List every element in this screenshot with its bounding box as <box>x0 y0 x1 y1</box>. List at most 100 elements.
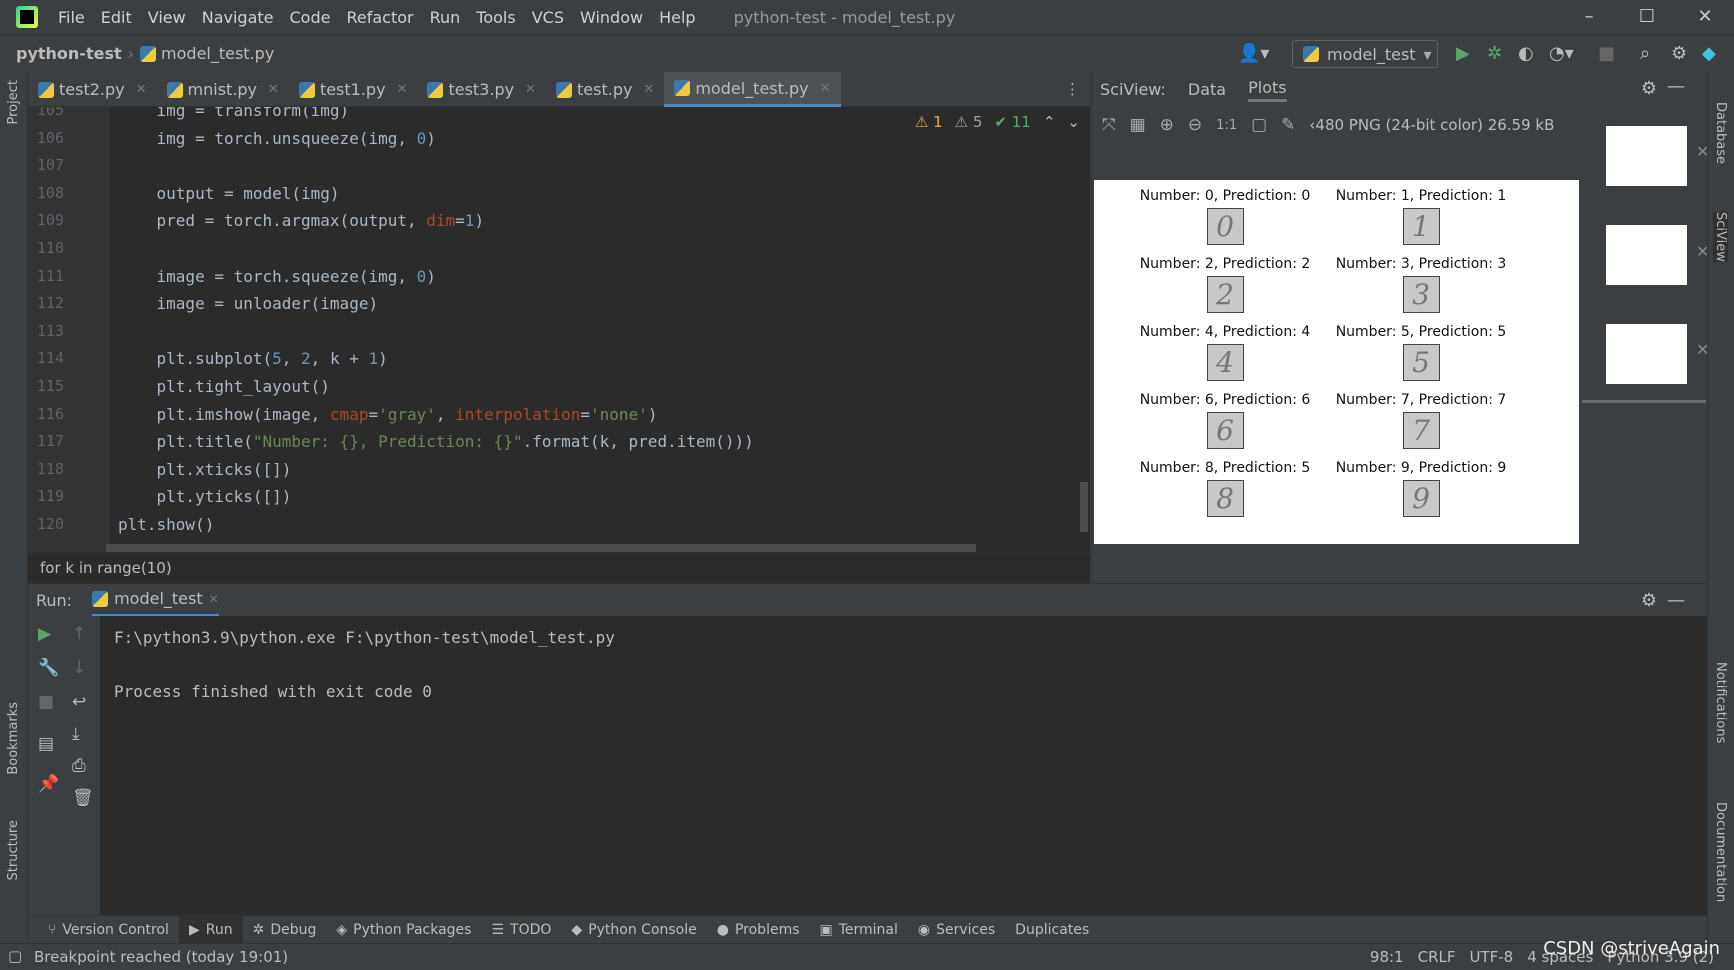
code-editor[interactable]: 105 img = transform(img) 106 img = torch.… <box>28 107 1090 552</box>
plot-thumbnail[interactable] <box>1606 126 1687 186</box>
toolwindow-todo[interactable]: ☰ TODO <box>481 916 561 944</box>
maximize-button[interactable]: ☐ <box>1618 0 1676 34</box>
toolwindow-duplicates[interactable]: Duplicates <box>1005 916 1099 944</box>
scroll-to-end-icon[interactable]: ⤓ <box>72 724 80 744</box>
horizontal-scrollbar[interactable] <box>106 544 976 552</box>
file-encoding[interactable]: UTF-8 <box>1469 948 1513 966</box>
soft-wrap-icon[interactable]: ↩ <box>72 692 86 712</box>
python-file-icon <box>556 81 572 98</box>
coverage-icon[interactable]: ◐ <box>1518 43 1534 64</box>
user-icon[interactable]: 👤▾ <box>1238 43 1269 64</box>
breadcrumb-file[interactable]: model_test.py <box>161 44 274 63</box>
bookmarks-tool-button[interactable]: Bookmarks <box>6 702 21 775</box>
tab-test2-py[interactable]: test2.py ✕ <box>28 72 157 107</box>
toolwindow-debug[interactable]: ✲ Debug <box>243 916 327 944</box>
toolwindow-version-control[interactable]: ⑂ Version Control <box>38 916 179 944</box>
plot-thumbnail[interactable] <box>1606 324 1687 384</box>
stop-icon[interactable]: ■ <box>1598 43 1615 64</box>
inspection-widget[interactable]: ⚠ 1 ⚠ 5 ✔ 11 ⌃ ⌄ <box>915 113 1080 131</box>
status-toggle-icon[interactable]: ▢ <box>8 947 22 965</box>
close-icon[interactable]: ✕ <box>397 82 408 97</box>
close-icon[interactable]: ✕ <box>643 82 654 97</box>
gear-icon[interactable]: ⚙ <box>1641 590 1657 611</box>
menu-vcs[interactable]: VCS <box>524 8 572 27</box>
breadcrumb-project[interactable]: python-test <box>16 44 122 63</box>
plugin-icon[interactable]: ◆ <box>1702 43 1716 64</box>
code-token: plt.show() <box>118 515 215 534</box>
tab-plots[interactable]: Plots <box>1248 78 1287 102</box>
toolwindow-python-console[interactable]: ◆ Python Console <box>561 916 706 944</box>
toolwindow-problems[interactable]: ● Problems <box>707 916 810 944</box>
more-tabs-icon[interactable]: ⋮ <box>1065 72 1080 106</box>
debug-icon[interactable]: ✲ <box>1487 43 1502 64</box>
menu-navigate[interactable]: Navigate <box>194 8 282 27</box>
up-icon[interactable]: ↑ <box>72 624 86 644</box>
menu-window[interactable]: Window <box>572 8 651 27</box>
wrench-icon[interactable]: 🔧 <box>38 658 59 678</box>
close-icon[interactable]: ✕ <box>820 81 831 96</box>
close-icon[interactable]: ✕ <box>268 82 279 97</box>
grid-icon[interactable]: ▦ <box>1130 115 1146 135</box>
menu-run[interactable]: Run <box>422 8 469 27</box>
caret-position[interactable]: 98:1 <box>1370 948 1404 966</box>
run-configuration-select[interactable]: model_test ▾ <box>1292 40 1438 68</box>
print-icon[interactable]: ⎙ <box>72 756 86 776</box>
color-picker-icon[interactable]: ✎ <box>1281 115 1295 135</box>
menu-edit[interactable]: Edit <box>93 8 140 27</box>
tab-test-py[interactable]: test.py ✕ <box>546 72 664 107</box>
stop-icon[interactable]: ■ <box>38 692 54 712</box>
project-tool-button[interactable]: Project <box>6 80 21 124</box>
gear-icon[interactable]: ⚙ <box>1641 78 1657 99</box>
menu-view[interactable]: View <box>140 8 194 27</box>
run-icon[interactable]: ▶ <box>1456 43 1470 64</box>
close-icon[interactable]: ✕ <box>525 82 536 97</box>
tab-test1-py[interactable]: test1.py ✕ <box>289 72 418 107</box>
zoom-in-icon[interactable]: ⊕ <box>1160 115 1174 135</box>
gear-icon[interactable]: ⚙ <box>1671 43 1687 64</box>
down-icon[interactable]: ↓ <box>72 658 86 678</box>
hide-icon[interactable]: — <box>1667 590 1685 611</box>
zoom-out-icon[interactable]: ⊖ <box>1188 115 1202 135</box>
trash-icon[interactable]: 🗑 <box>72 788 94 808</box>
code-breadcrumb[interactable]: for k in range(10) <box>28 552 1090 583</box>
vertical-scrollbar[interactable] <box>1080 482 1088 532</box>
tab-test3-py[interactable]: test3.py ✕ <box>417 72 546 107</box>
fit-icon[interactable]: ⤧ <box>1102 115 1116 135</box>
toolwindow-run[interactable]: ▶ Run <box>178 915 243 944</box>
minimize-button[interactable]: – <box>1560 0 1618 34</box>
menu-help[interactable]: Help <box>651 8 703 27</box>
line-separator[interactable]: CRLF <box>1418 948 1456 966</box>
menu-file[interactable]: File <box>50 8 93 27</box>
tab-model_test-py[interactable]: model_test.py ✕ <box>664 72 841 107</box>
fit-window-icon[interactable]: ▢ <box>1251 115 1267 135</box>
pin-icon[interactable]: 📌 <box>38 774 59 794</box>
layout-icon[interactable]: ▤ <box>38 734 54 754</box>
plot-thumbnail[interactable] <box>1606 225 1687 285</box>
menu-tools[interactable]: Tools <box>468 8 523 27</box>
documentation-tool-button[interactable]: Documentation <box>1713 802 1728 902</box>
structure-tool-button[interactable]: Structure <box>6 820 21 880</box>
search-icon[interactable]: ⌕ <box>1640 43 1650 64</box>
tab-mnist-py[interactable]: mnist.py ✕ <box>157 72 289 107</box>
chevron-up-icon[interactable]: ⌃ <box>1043 113 1056 131</box>
close-icon[interactable]: ✕ <box>136 82 147 97</box>
toolwindow-services[interactable]: ◉ Services <box>908 916 1005 944</box>
console-output[interactable]: F:\python3.9\python.exe F:\python-test\m… <box>100 616 1707 915</box>
tab-data[interactable]: Data <box>1188 80 1226 99</box>
actual-size-icon[interactable]: 1:1 <box>1216 118 1237 133</box>
toolwindow-python-packages[interactable]: ◈ Python Packages <box>326 916 481 944</box>
close-icon[interactable]: ✕ <box>209 592 219 606</box>
menu-code[interactable]: Code <box>282 8 339 27</box>
hide-icon[interactable]: — <box>1667 76 1685 97</box>
rerun-icon[interactable]: ▶ <box>38 624 51 644</box>
chevron-down-icon[interactable]: ⌄ <box>1067 113 1080 131</box>
menu-refactor[interactable]: Refactor <box>338 8 421 27</box>
toolwindow-terminal[interactable]: ▣ Terminal <box>810 916 908 944</box>
close-window-button[interactable]: ✕ <box>1676 0 1734 34</box>
splitter[interactable] <box>1582 400 1706 403</box>
notifications-tool-button[interactable]: Notifications <box>1713 662 1728 743</box>
profile-icon[interactable]: ◔▾ <box>1549 43 1574 64</box>
database-tool-button[interactable]: Database <box>1713 102 1728 164</box>
sciview-tool-button[interactable]: SciView <box>1713 212 1728 262</box>
run-tab[interactable]: model_test ✕ <box>92 584 219 617</box>
